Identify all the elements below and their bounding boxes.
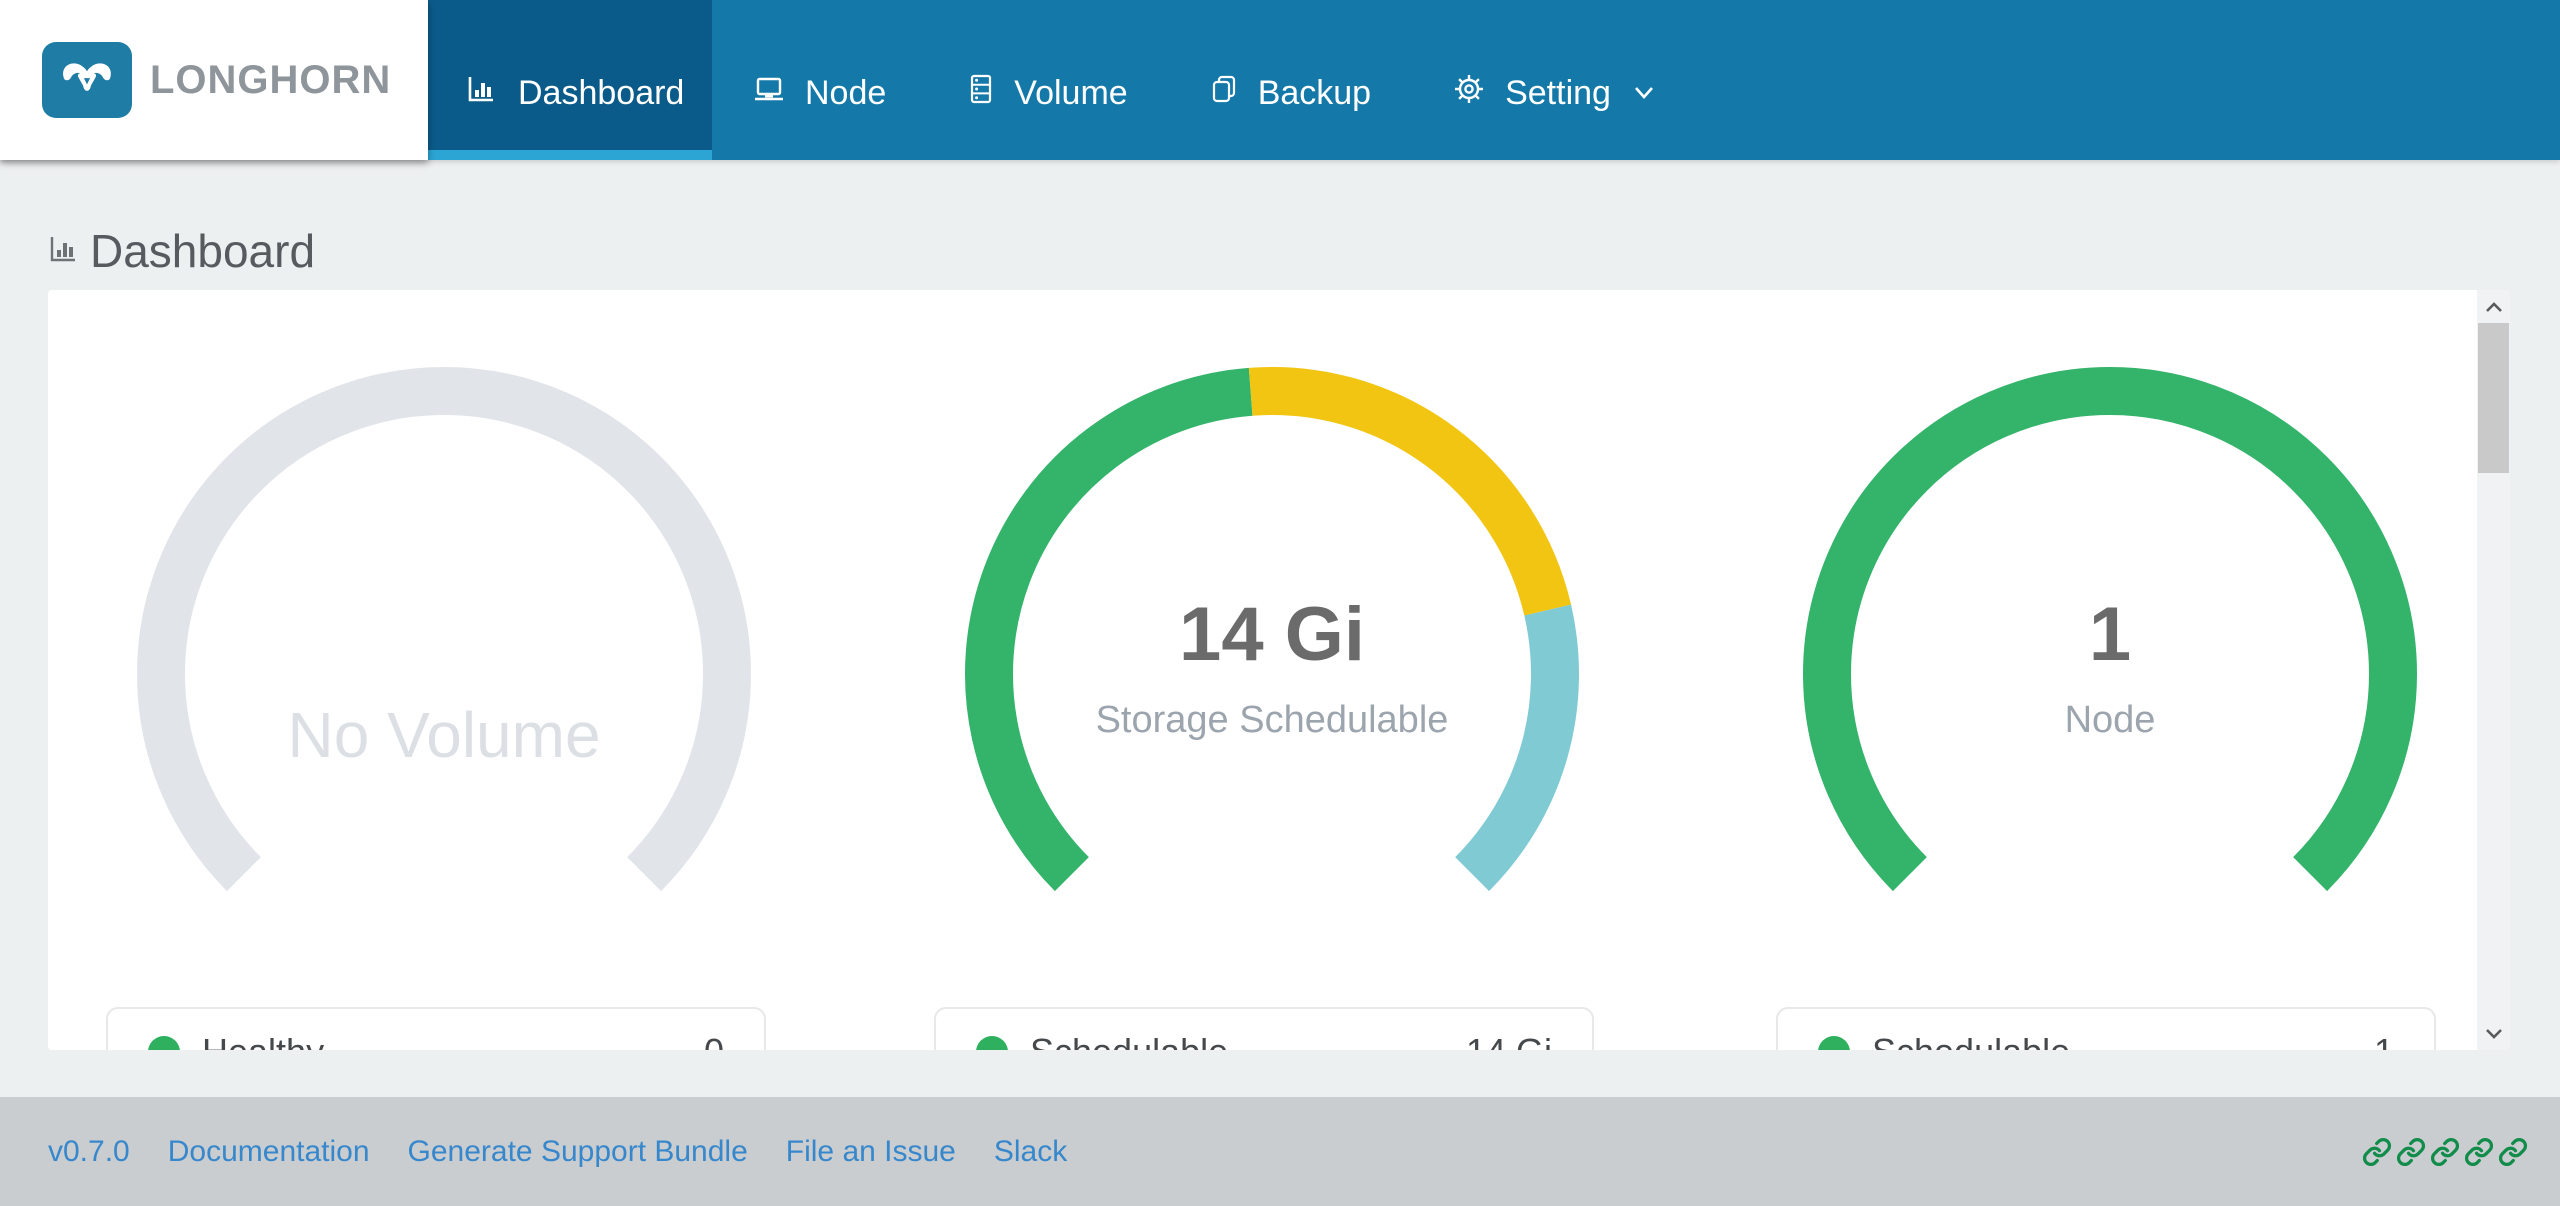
page-title: Dashboard	[90, 224, 315, 278]
volume-gauge-arc	[134, 364, 754, 984]
chain-link-icon[interactable]	[2362, 1134, 2392, 1170]
gauge-segment-reserved	[1251, 391, 1548, 610]
nav-item-node[interactable]: Node	[753, 74, 886, 113]
nav-menu: Dashboard Node	[428, 0, 1655, 160]
nav-rest: Node Volume	[753, 73, 1655, 114]
footer-links: v0.7.0 Documentation Generate Support Bu…	[0, 1135, 1067, 1169]
footer-link-file-an-issue[interactable]: File an Issue	[786, 1135, 956, 1169]
storage-legend-card: Schedulable 14 Gi	[934, 1007, 1594, 1050]
nav-item-setting[interactable]: Setting	[1453, 73, 1655, 114]
nav-item-volume[interactable]: Volume	[968, 74, 1127, 113]
node-icon	[753, 74, 785, 113]
volume-icon	[968, 74, 994, 113]
dashboard-title-icon	[48, 234, 78, 269]
legend-label: Schedulable	[1030, 1031, 1228, 1050]
node-gauge-label: Node	[1800, 696, 2420, 744]
nav-item-label: Volume	[1014, 74, 1127, 113]
storage-legend-row-schedulable[interactable]: Schedulable 14 Gi	[936, 1009, 1592, 1050]
chevron-down-icon	[1633, 86, 1655, 100]
backup-icon	[1210, 74, 1238, 113]
gauge-segment-empty	[161, 391, 727, 874]
page-header: Dashboard	[48, 216, 315, 286]
logo-wordmark: LONGHORN	[150, 58, 391, 103]
legend-label: Schedulable	[1872, 1031, 2070, 1050]
footer-link-documentation[interactable]: Documentation	[168, 1135, 370, 1169]
nav-item-label: Backup	[1258, 74, 1371, 113]
node-legend-row-schedulable[interactable]: Schedulable 1	[1778, 1009, 2434, 1050]
green-dot-icon	[148, 1036, 180, 1050]
chain-link-icon[interactable]	[2498, 1134, 2528, 1170]
green-dot-icon	[976, 1036, 1008, 1050]
node-legend-card: Schedulable 1	[1776, 1007, 2436, 1050]
volume-gauge-empty-text: No Volume	[134, 700, 754, 770]
volume-gauge: No Volume	[134, 364, 754, 984]
storage-gauge-label: Storage Schedulable	[962, 696, 1582, 744]
legend-value: 0	[704, 1031, 724, 1050]
engine-link-icons	[2362, 1097, 2528, 1206]
footer-bar: v0.7.0 Documentation Generate Support Bu…	[0, 1097, 2560, 1206]
node-gauge-value: 1	[1800, 600, 2420, 670]
chain-link-icon[interactable]	[2430, 1134, 2460, 1170]
app-logo[interactable]: LONGHORN	[0, 0, 428, 160]
longhorn-bull-icon	[42, 42, 132, 118]
node-gauge: 1 Node	[1800, 364, 2420, 984]
legend-value: 14 Gi	[1466, 1031, 1552, 1050]
volume-legend-card: Healthy 0	[106, 1007, 766, 1050]
scroll-down-button[interactable]	[2477, 1016, 2510, 1050]
nav-item-dashboard[interactable]: Dashboard	[428, 0, 712, 160]
chain-link-icon[interactable]	[2464, 1134, 2494, 1170]
nav-item-label: Node	[805, 74, 886, 113]
storage-gauge: 14 Gi Storage Schedulable	[962, 364, 1582, 984]
footer-version-link[interactable]: v0.7.0	[48, 1135, 130, 1169]
nav-item-label: Setting	[1505, 74, 1611, 113]
chain-link-icon[interactable]	[2396, 1134, 2426, 1170]
footer-link-slack[interactable]: Slack	[994, 1135, 1067, 1169]
green-dot-icon	[1818, 1036, 1850, 1050]
gear-icon	[1453, 73, 1485, 114]
scrollbar-track[interactable]	[2477, 290, 2510, 1050]
footer-link-generate-support-bundle[interactable]: Generate Support Bundle	[408, 1135, 748, 1169]
storage-gauge-value: 14 Gi	[962, 600, 1582, 670]
scrollbar-thumb[interactable]	[2478, 323, 2509, 473]
dashboard-panel: No Volume 14 Gi Storage Schedulable 1 No…	[48, 290, 2510, 1050]
nav-item-label: Dashboard	[518, 74, 684, 113]
legend-value: 1	[2374, 1031, 2394, 1050]
nav-item-backup[interactable]: Backup	[1210, 74, 1371, 113]
dashboard-icon	[466, 74, 496, 113]
active-tab-indicator	[428, 150, 712, 160]
scroll-up-button[interactable]	[2477, 290, 2510, 324]
top-navbar: Dashboard Node	[0, 0, 2560, 160]
volume-legend-row-healthy[interactable]: Healthy 0	[108, 1009, 764, 1050]
legend-label: Healthy	[202, 1031, 324, 1050]
